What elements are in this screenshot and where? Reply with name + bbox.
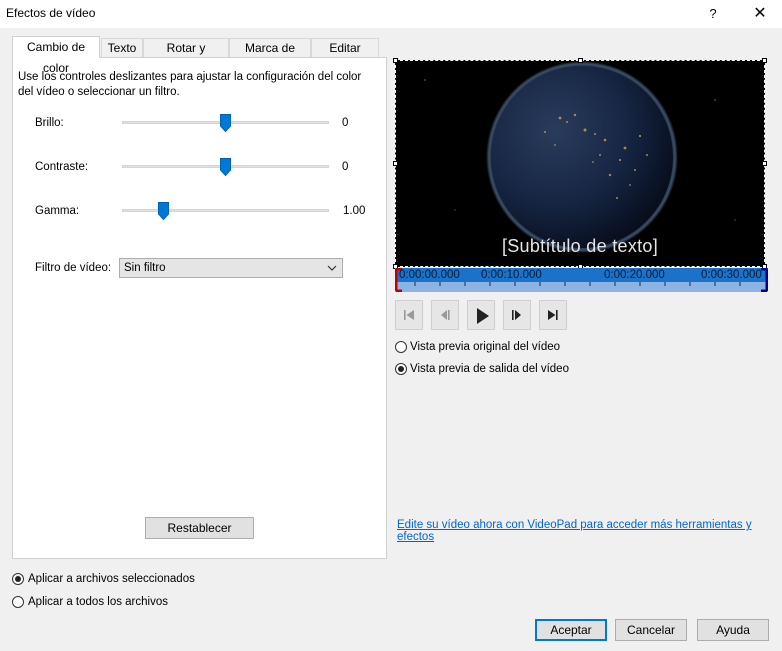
ok-button[interactable]: Aceptar [535, 619, 607, 641]
step-back-button[interactable] [431, 300, 459, 330]
resize-handle[interactable] [762, 58, 767, 63]
panel-description: Use los controles deslizantes para ajust… [18, 71, 362, 98]
apply-all-radio[interactable] [12, 596, 24, 608]
skip-end-icon [548, 310, 558, 320]
skip-start-button[interactable] [395, 300, 423, 330]
color-panel [12, 57, 387, 559]
preview-output-radio[interactable] [395, 363, 407, 375]
reset-button[interactable]: Restablecer [145, 517, 254, 539]
apply-selected-label[interactable]: Aplicar a archivos seleccionados [28, 573, 195, 585]
timeline-label: 0:00:10.000 [481, 269, 542, 281]
apply-selected-radio[interactable] [12, 573, 24, 585]
brightness-label: Brillo: [35, 117, 64, 129]
skip-end-button[interactable] [539, 300, 567, 330]
gamma-slider[interactable] [122, 209, 329, 212]
contrast-value: 0 [342, 161, 349, 173]
help-button[interactable]: Ayuda [697, 619, 769, 641]
tab-rotar-y-voltear[interactable]: Rotar y Voltear [143, 38, 229, 74]
resize-handle[interactable] [762, 161, 767, 166]
resize-handle[interactable] [393, 161, 398, 166]
help-icon[interactable]: ? [698, 0, 728, 28]
videopad-link[interactable]: Edite su vídeo ahora con VideoPad para a… [397, 519, 782, 543]
timeline[interactable]: 0:00:00.000 0:00:10.000 0:00:20.000 0:00… [395, 268, 768, 292]
resize-handle[interactable] [578, 58, 583, 63]
window-title: Efectos de vídeo [6, 6, 96, 20]
step-forward-button[interactable] [503, 300, 531, 330]
brightness-slider-thumb[interactable] [220, 114, 231, 132]
tab-marca-de-agua[interactable]: Marca de agua [229, 38, 311, 74]
filter-select[interactable]: Sin filtro [119, 258, 343, 278]
selection-frame[interactable] [395, 60, 765, 267]
play-icon [477, 308, 489, 324]
timeline-label: 0:00:20.000 [604, 269, 665, 281]
play-button[interactable] [467, 300, 495, 330]
skip-start-icon [404, 310, 414, 320]
title-bar [0, 0, 782, 28]
close-icon[interactable]: ✕ [738, 0, 782, 28]
step-back-icon [441, 310, 450, 320]
brightness-value: 0 [342, 117, 349, 129]
cancel-button[interactable]: Cancelar [615, 619, 687, 641]
gamma-label: Gamma: [35, 205, 80, 217]
preview-output-label[interactable]: Vista previa de salida del vídeo [410, 363, 569, 375]
timeline-label: 0:00:00.000 [399, 269, 460, 281]
tab-texto[interactable]: Texto [101, 38, 143, 57]
preview-original-label[interactable]: Vista previa original del vídeo [410, 341, 560, 353]
timeline-label: 0:00:30.000 [701, 269, 762, 281]
chevron-down-icon [327, 265, 337, 271]
gamma-value: 1.00 [343, 205, 366, 217]
step-forward-icon [512, 310, 521, 320]
contrast-label: Contraste: [35, 161, 89, 173]
tab-cambio-de-color[interactable]: Cambio de color [12, 36, 100, 75]
contrast-slider-thumb[interactable] [220, 158, 231, 176]
gamma-slider-thumb[interactable] [158, 202, 169, 220]
tab-editar-video[interactable]: Editar vídeo [311, 38, 379, 74]
filter-select-value: Sin filtro [124, 262, 166, 274]
preview-original-radio[interactable] [395, 341, 407, 353]
resize-handle[interactable] [393, 58, 398, 63]
filter-label: Filtro de vídeo: [35, 262, 112, 274]
apply-all-label[interactable]: Aplicar a todos los archivos [28, 596, 168, 608]
